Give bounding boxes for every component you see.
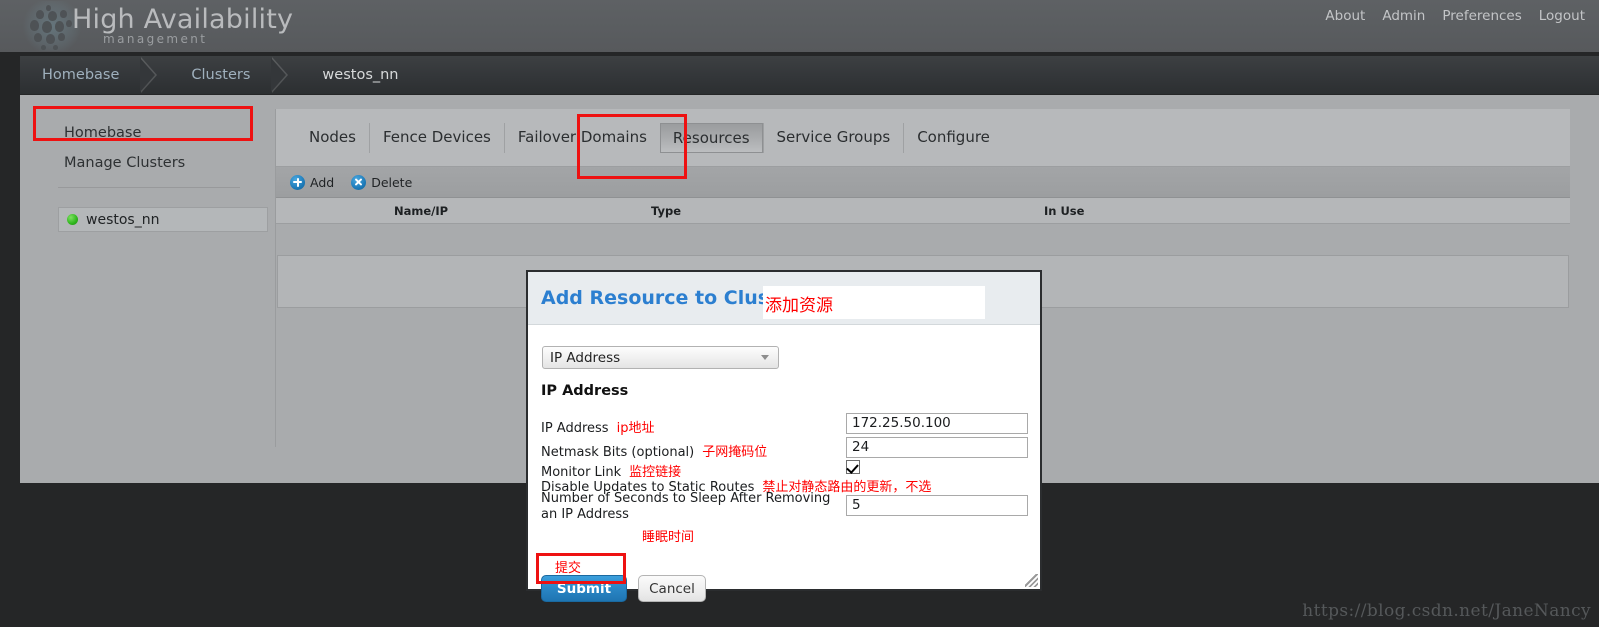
delete-icon	[351, 174, 367, 190]
dialog-button-row: Submit Cancel	[541, 575, 706, 602]
annotation-sleep-seconds-cn: 睡眠时间	[642, 530, 695, 545]
sidebar-divider	[58, 187, 240, 188]
add-resource-button[interactable]: Add	[290, 174, 335, 190]
field-label-sleep-seconds: Number of Seconds to Sleep After Removin…	[541, 491, 831, 522]
column-header-in-use: In Use	[1044, 204, 1085, 218]
column-header-type: Type	[651, 204, 682, 218]
breadcrumb-clusters[interactable]: Clusters	[169, 56, 266, 94]
ip-address-input[interactable]: 172.25.50.100	[846, 413, 1028, 434]
breadcrumb-bar: Homebase Clusters westos_nn	[20, 56, 1599, 94]
add-resource-dialog: Add Resource to Cluster 添加资源 IP Address …	[526, 270, 1042, 602]
resource-type-selected-value: IP Address	[550, 350, 621, 366]
tab-service-groups[interactable]: Service Groups	[762, 122, 904, 153]
ip-address-label-text: IP Address	[541, 421, 609, 436]
app-root: High Availability management About Admin…	[0, 0, 1599, 627]
submit-button[interactable]: Submit	[541, 575, 627, 602]
column-header-name-ip: Name/IP	[394, 204, 449, 218]
top-navigation: About Admin Preferences Logout	[1325, 8, 1585, 24]
field-label-netmask-bits: Netmask Bits (optional) 子网掩码位	[541, 441, 767, 460]
chevron-down-icon	[761, 355, 770, 361]
breadcrumb-homebase[interactable]: Homebase	[20, 56, 135, 94]
add-button-label: Add	[310, 174, 335, 190]
cancel-button[interactable]: Cancel	[638, 575, 706, 602]
add-icon	[290, 174, 305, 190]
dialog-resize-handle[interactable]	[1025, 574, 1038, 587]
breadcrumb-current-cluster: westos_nn	[322, 67, 399, 83]
sidebar-item-cluster-westos-nn[interactable]: westos_nn	[58, 207, 268, 232]
tab-failover-domains[interactable]: Failover Domains	[503, 122, 660, 153]
breadcrumb-separator-icon	[266, 56, 300, 94]
nav-preferences[interactable]: Preferences	[1442, 8, 1521, 24]
brand-title: High Availability	[72, 4, 294, 35]
dialog-header: Add Resource to Cluster 添加资源	[528, 272, 1040, 325]
dialog-title: Add Resource to Cluster	[541, 287, 801, 309]
annotation-netmask-cn: 子网掩码位	[702, 445, 768, 460]
tab-nodes[interactable]: Nodes	[296, 123, 369, 153]
delete-resource-button[interactable]: Delete	[351, 174, 413, 190]
nav-admin[interactable]: Admin	[1382, 8, 1425, 24]
tab-fence-devices[interactable]: Fence Devices	[368, 122, 504, 153]
tab-resources[interactable]: Resources	[659, 122, 763, 153]
annotation-submit-cn: 提交	[555, 561, 582, 576]
sidebar-item-manage-clusters[interactable]: Manage Clusters	[64, 155, 185, 171]
top-header-bar: High Availability management About Admin…	[0, 0, 1599, 52]
tab-bar: Nodes Fence Devices Failover Domains Res…	[276, 109, 1570, 167]
breadcrumb-separator-icon	[135, 56, 169, 94]
sidebar-item-homebase[interactable]: Homebase	[64, 125, 141, 141]
netmask-bits-label-text: Netmask Bits (optional)	[541, 445, 695, 460]
resource-table-header: Name/IP Type In Use	[276, 198, 1570, 224]
delete-button-label: Delete	[371, 174, 413, 190]
nav-about[interactable]: About	[1325, 8, 1365, 24]
cluster-name-label: westos_nn	[86, 211, 160, 228]
dialog-body: IP Address IP Address IP Address ip地址 172…	[528, 325, 1040, 602]
nav-logout[interactable]: Logout	[1539, 8, 1585, 24]
resource-toolbar: Add Delete	[276, 167, 1570, 198]
cluster-status-icon	[67, 214, 78, 225]
sleep-seconds-input[interactable]: 5	[846, 495, 1028, 516]
tab-configure[interactable]: Configure	[903, 122, 1003, 153]
breadcrumb: Homebase Clusters westos_nn	[20, 56, 415, 94]
netmask-bits-input[interactable]: 24	[846, 437, 1028, 458]
monitor-link-checkbox[interactable]	[846, 460, 860, 474]
watermark: https://blog.csdn.net/JaneNancy	[1302, 601, 1591, 621]
section-title: IP Address	[541, 383, 629, 399]
field-label-ip-address: IP Address ip地址	[541, 417, 654, 436]
resource-type-select[interactable]: IP Address	[542, 346, 779, 369]
sidebar: Homebase Manage Clusters westos_nn	[20, 95, 275, 483]
brand-subtitle: management	[103, 32, 208, 46]
annotation-overlay-title: 添加资源	[763, 286, 985, 319]
annotation-ip-address-cn: ip地址	[616, 421, 655, 436]
annotation-title-cn: 添加资源	[765, 296, 833, 316]
